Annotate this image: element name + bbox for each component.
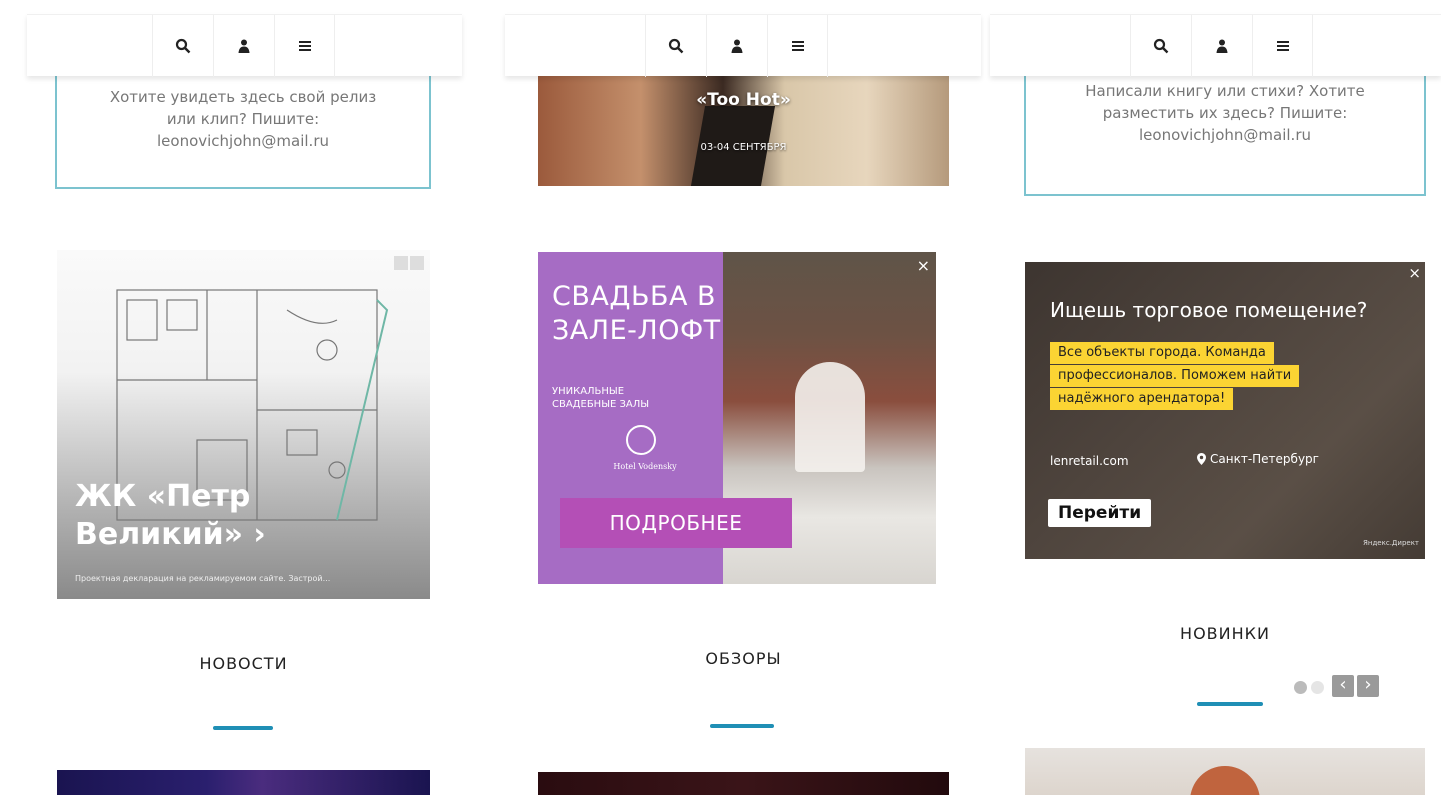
ad-disclaimer: Проектная декларация на рекламируемом са…	[75, 574, 331, 583]
news-thumbnail[interactable]	[57, 770, 430, 795]
section-underline	[1197, 702, 1263, 706]
top-nav-bar	[27, 14, 462, 77]
carousel-next-button[interactable]: ›	[1357, 675, 1379, 697]
ad-apartment[interactable]: ЖК «Петр Великий» › Проектная декларация…	[57, 250, 430, 599]
carousel-arrows: ‹ ›	[1332, 675, 1379, 697]
ad-location: Санкт-Петербург	[1197, 452, 1319, 466]
menu-button[interactable]	[274, 15, 335, 77]
menu-icon	[791, 41, 804, 51]
column-reviews: «Too Hot» 03-04 СЕНТЯБРЯ × СВАДЬБА В ЗАЛ…	[505, 0, 981, 795]
carousel-dots	[1294, 681, 1324, 694]
user-icon	[731, 39, 743, 53]
column-new-releases: Написали книгу или стихи? Хотите размест…	[990, 0, 1441, 795]
nav-group	[152, 15, 335, 77]
top-nav-bar	[505, 14, 981, 77]
promo-line: разместить их здесь? Пишите:	[1102, 104, 1348, 122]
search-button[interactable]	[645, 15, 706, 77]
promo-line: Написали книгу или стихи? Хотите	[1085, 82, 1365, 100]
ad-body: Все объекты города. Команда профессионал…	[1050, 341, 1350, 410]
column-news: Хотите увидеть здесь свой релиз или клип…	[27, 0, 462, 795]
search-icon	[1153, 38, 1169, 54]
location-pin-icon	[1197, 453, 1206, 465]
brand-logo-icon	[626, 425, 656, 455]
ad-network-label: Яндекс.Директ	[1363, 539, 1419, 547]
account-button[interactable]	[706, 15, 767, 77]
menu-icon	[298, 41, 311, 51]
ad-retail[interactable]: × Ищешь торговое помещение? Все объекты …	[1025, 262, 1425, 559]
release-photo-shape	[1190, 766, 1260, 795]
section-underline	[213, 726, 273, 730]
ad-close-icon[interactable]	[410, 256, 424, 270]
section-title-new-releases[interactable]: НОВИНКИ	[1025, 624, 1425, 643]
ad-title: ЖК «Петр Великий» ›	[75, 479, 266, 552]
account-button[interactable]	[1191, 15, 1252, 77]
carousel-dot[interactable]	[1311, 681, 1324, 694]
search-icon	[668, 38, 684, 54]
venue-arch	[795, 362, 865, 472]
brand-name: Hotel Vodensky	[613, 462, 677, 471]
promo-line: или клип? Пишите:	[166, 110, 320, 128]
section-title-news[interactable]: НОВОСТИ	[57, 654, 430, 673]
menu-button[interactable]	[1252, 15, 1313, 77]
event-banner[interactable]: «Too Hot» 03-04 СЕНТЯБРЯ	[538, 76, 949, 186]
ad-close-icon[interactable]: ×	[1408, 264, 1421, 282]
carousel-dot-active[interactable]	[1294, 681, 1307, 694]
ad-close-icon[interactable]: ×	[917, 256, 930, 275]
promo-line: Хотите увидеть здесь свой релиз	[109, 88, 377, 106]
ad-controls	[394, 256, 424, 270]
menu-icon	[1276, 41, 1289, 51]
ad-headline: СВАДЬБА В ЗАЛЕ-ЛОФТ	[552, 281, 721, 346]
user-icon	[238, 39, 250, 53]
review-thumbnail[interactable]	[538, 772, 949, 795]
ad-headline: Ищешь торговое помещение?	[1050, 298, 1368, 322]
promo-email[interactable]: leonovichjohn@mail.ru	[57, 130, 429, 152]
account-button[interactable]	[213, 15, 274, 77]
user-icon	[1216, 39, 1228, 53]
ad-wedding[interactable]: × СВАДЬБА В ЗАЛЕ-ЛОФТ УНИКАЛЬНЫЕ СВАДЕБН…	[538, 252, 936, 584]
section-title-reviews[interactable]: ОБЗОРЫ	[538, 649, 949, 668]
ad-domain[interactable]: lenretail.com	[1050, 454, 1129, 468]
top-nav-bar	[990, 14, 1441, 77]
ad-cta-button[interactable]: Перейти	[1048, 499, 1152, 527]
search-button[interactable]	[152, 15, 213, 77]
menu-button[interactable]	[767, 15, 828, 77]
section-underline	[710, 724, 774, 728]
search-button[interactable]	[1130, 15, 1191, 77]
event-date: 03-04 СЕНТЯБРЯ	[700, 142, 787, 153]
promo-box: Написали книгу или стихи? Хотите размест…	[1024, 76, 1426, 196]
promo-email[interactable]: leonovichjohn@mail.ru	[1026, 124, 1424, 146]
release-thumbnail[interactable]	[1025, 748, 1425, 795]
ad-cta-button[interactable]: ПОДРОБНЕЕ	[560, 498, 792, 548]
ad-subtitle: УНИКАЛЬНЫЕ СВАДЕБНЫЕ ЗАЛЫ	[552, 386, 650, 410]
search-icon	[175, 38, 191, 54]
promo-box: Хотите увидеть здесь свой релиз или клип…	[55, 76, 431, 189]
carousel-prev-button[interactable]: ‹	[1332, 675, 1354, 697]
nav-group	[645, 15, 828, 77]
nav-group	[1130, 15, 1313, 77]
event-title: «Too Hot»	[696, 90, 791, 110]
ad-info-icon[interactable]	[394, 256, 408, 270]
